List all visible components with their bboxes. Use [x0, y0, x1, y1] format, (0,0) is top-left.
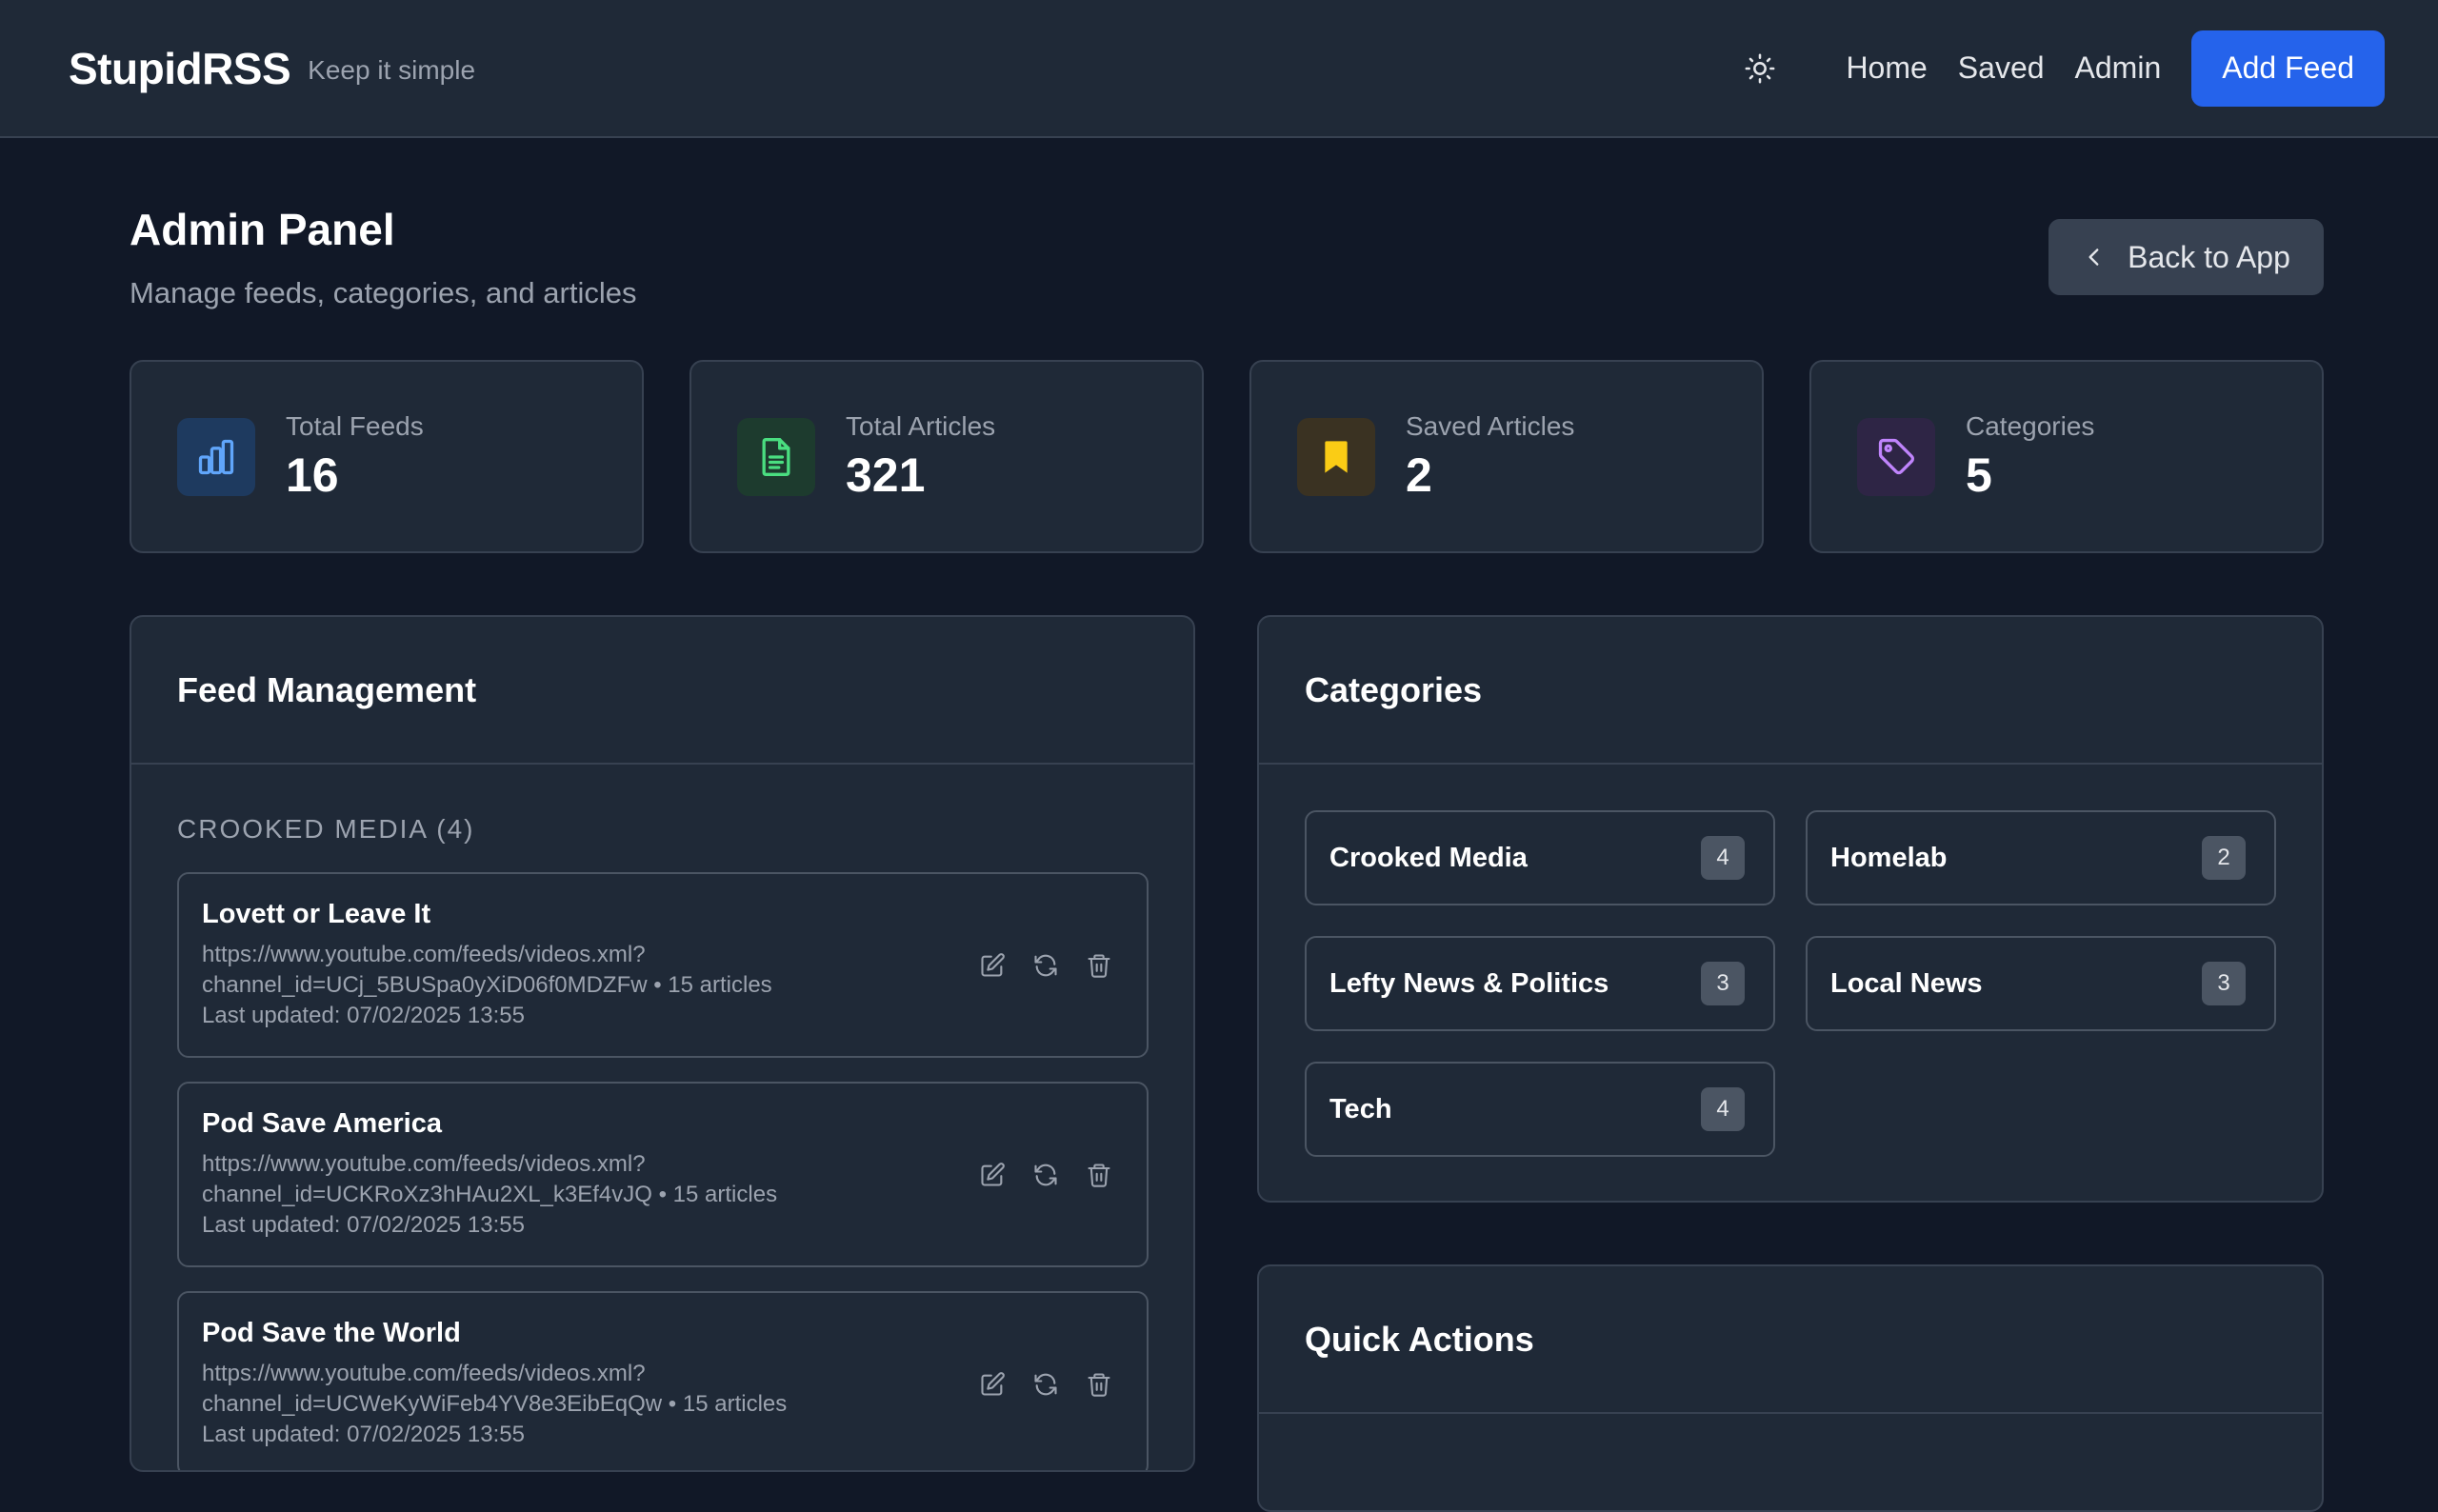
refresh-feed-button[interactable]	[1030, 1160, 1061, 1190]
feed-url-details: channel_id=UCKRoXz3hHAu2XL_k3Ef4vJQ • 15…	[202, 1182, 778, 1207]
refresh-icon	[1034, 1373, 1057, 1396]
sun-icon	[1745, 53, 1775, 83]
category-name: Homelab	[1830, 842, 1948, 873]
category-count-badge: 2	[2202, 836, 2246, 880]
stat-value: 5	[1966, 448, 1992, 502]
category-count-badge: 3	[2202, 962, 2246, 1005]
edit-feed-button[interactable]	[977, 1160, 1008, 1190]
feed-last-updated: Last updated: 07/02/2025 13:55	[202, 1212, 525, 1238]
chevron-left-icon	[2088, 249, 2099, 266]
category-count-badge: 3	[1701, 962, 1745, 1005]
category-name: Tech	[1329, 1093, 1392, 1124]
edit-feed-button[interactable]	[977, 950, 1008, 981]
feed-last-updated: Last updated: 07/02/2025 13:55	[202, 1003, 525, 1028]
back-to-app-button[interactable]: Back to App	[2048, 219, 2324, 295]
categories-panel: Categories Crooked Media 4 Homelab 2 Lef…	[1257, 615, 2324, 1203]
feed-management-panel: Feed Management CROOKED MEDIA (4) Lovett…	[130, 615, 1195, 1472]
add-feed-button[interactable]: Add Feed	[2191, 30, 2385, 107]
nav-saved-link[interactable]: Saved	[1958, 50, 2045, 86]
feed-url: https://www.youtube.com/feeds/videos.xml…	[202, 1361, 646, 1386]
nav-home-link[interactable]: Home	[1846, 50, 1927, 86]
feed-item[interactable]: Pod Save the World https://www.youtube.c…	[177, 1291, 1149, 1470]
categories-title: Categories	[1305, 669, 1483, 709]
refresh-icon	[1034, 1164, 1057, 1186]
stat-label: Total Articles	[846, 410, 996, 441]
feed-last-updated: Last updated: 07/02/2025 13:55	[202, 1422, 525, 1447]
page-subtitle: Manage feeds, categories, and articles	[130, 276, 637, 309]
category-item[interactable]: Crooked Media 4	[1305, 810, 1775, 905]
stat-label: Saved Articles	[1406, 410, 1575, 441]
feed-item[interactable]: Pod Save America https://www.youtube.com…	[177, 1082, 1149, 1267]
tag-icon	[1878, 438, 1914, 474]
quick-actions-panel: Quick Actions	[1257, 1264, 2324, 1512]
page-heading: Admin Panel Manage feeds, categories, an…	[130, 204, 636, 310]
nav-admin-link[interactable]: Admin	[2075, 50, 2162, 86]
stat-label: Categories	[1966, 410, 2095, 441]
stat-value: 2	[1406, 448, 1432, 502]
feed-url: https://www.youtube.com/feeds/videos.xml…	[202, 1151, 646, 1177]
refresh-feed-button[interactable]	[1030, 1369, 1061, 1400]
stat-value: 321	[846, 448, 926, 502]
feed-name: Lovett or Leave It	[202, 899, 431, 929]
quick-actions-title: Quick Actions	[1305, 1319, 1534, 1359]
back-to-app-label: Back to App	[2128, 239, 2290, 274]
edit-icon	[981, 953, 1005, 977]
app-tagline: Keep it simple	[308, 54, 476, 85]
edit-icon	[981, 1372, 1005, 1396]
feed-item[interactable]: Lovett or Leave It https://www.youtube.c…	[177, 872, 1149, 1058]
category-count-badge: 4	[1701, 1087, 1745, 1131]
trash-icon	[1088, 1164, 1110, 1187]
feed-management-title: Feed Management	[177, 669, 477, 709]
category-item[interactable]: Homelab 2	[1806, 810, 2276, 905]
bar-chart-icon	[198, 439, 234, 474]
category-item[interactable]: Tech 4	[1305, 1062, 1775, 1157]
refresh-feed-button[interactable]	[1030, 950, 1061, 981]
category-count-badge: 4	[1701, 836, 1745, 880]
app-brand[interactable]: StupidRSS	[69, 43, 291, 94]
page-title: Admin Panel	[130, 205, 395, 254]
category-name: Local News	[1830, 967, 1983, 999]
stat-card-saved-articles: Saved Articles 2	[1249, 360, 1764, 553]
stat-value: 16	[286, 448, 339, 502]
feed-name: Pod Save America	[202, 1108, 442, 1139]
feed-url-details: channel_id=UCj_5BUSpa0yXiD06f0MDZFw • 15…	[202, 972, 772, 998]
stat-card-total-articles: Total Articles 321	[689, 360, 1204, 553]
stat-card-categories: Categories 5	[1809, 360, 2324, 553]
category-name: Crooked Media	[1329, 842, 1528, 873]
category-name: Lefty News & Politics	[1329, 967, 1609, 999]
top-navigation-bar: StupidRSS Keep it simple Home Saved Admi…	[0, 0, 2438, 138]
feed-group-label: CROOKED MEDIA (4)	[177, 814, 475, 844]
delete-feed-button[interactable]	[1084, 1369, 1114, 1400]
feed-name: Pod Save the World	[202, 1318, 461, 1348]
feed-url: https://www.youtube.com/feeds/videos.xml…	[202, 942, 646, 967]
theme-toggle-button[interactable]	[1733, 42, 1787, 95]
category-item[interactable]: Lefty News & Politics 3	[1305, 936, 1775, 1031]
bookmark-icon	[1325, 440, 1348, 473]
document-icon	[762, 437, 790, 476]
stat-card-total-feeds: Total Feeds 16	[130, 360, 644, 553]
refresh-icon	[1034, 954, 1057, 977]
trash-icon	[1088, 954, 1110, 978]
trash-icon	[1088, 1373, 1110, 1397]
delete-feed-button[interactable]	[1084, 950, 1114, 981]
stat-label: Total Feeds	[286, 410, 424, 441]
edit-icon	[981, 1163, 1005, 1186]
edit-feed-button[interactable]	[977, 1369, 1008, 1400]
category-item[interactable]: Local News 3	[1806, 936, 2276, 1031]
delete-feed-button[interactable]	[1084, 1160, 1114, 1190]
feed-url-details: channel_id=UCWeKyWiFeb4YV8e3EibEqQw • 15…	[202, 1391, 788, 1417]
